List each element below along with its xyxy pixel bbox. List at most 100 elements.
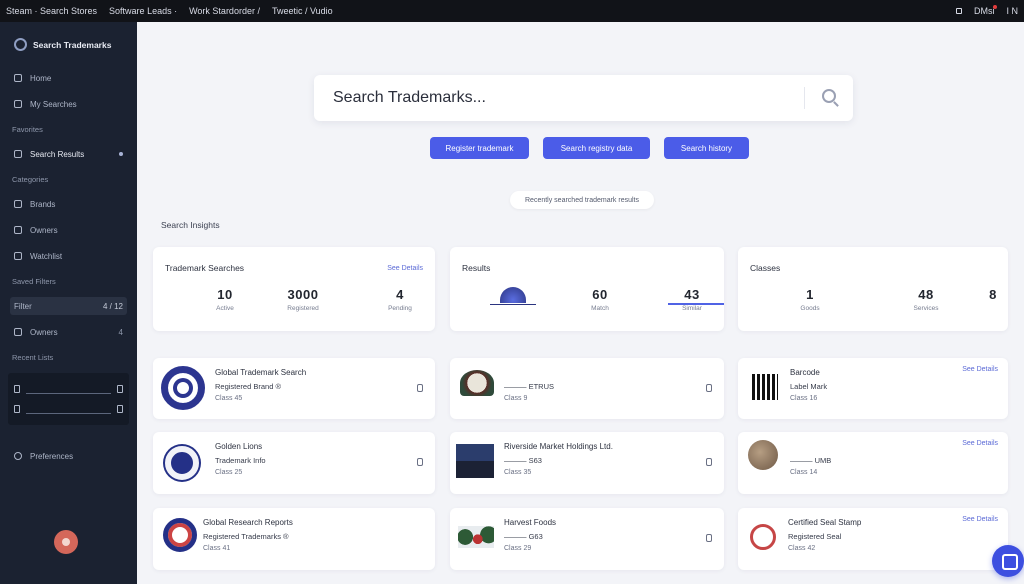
result-meta: Class 25: [215, 469, 243, 476]
sidebar-item-my-searches[interactable]: My Searches: [0, 91, 137, 117]
chat-button[interactable]: [992, 545, 1024, 577]
sidebar-item-owners-count[interactable]: Owners 4: [0, 319, 137, 345]
top-menu-item[interactable]: Software Leads ·: [109, 6, 177, 16]
stat-card: Results 60 Match 43 Similar: [450, 247, 724, 331]
stat-value: 1: [806, 287, 814, 302]
brand[interactable]: Search Trademarks: [0, 22, 137, 65]
stat-value: 3000: [287, 287, 319, 302]
search-bar[interactable]: Search Trademarks...: [314, 75, 853, 121]
result-meta: Class 42: [788, 545, 816, 552]
user-initials[interactable]: I N: [1006, 6, 1018, 16]
sidebar-section-saved-filters: Saved Filters: [12, 276, 56, 286]
see-details-link[interactable]: See Details: [387, 265, 423, 272]
list-line: [26, 404, 111, 414]
city-photo-image: [456, 444, 494, 478]
recent-lists-box: [8, 373, 129, 425]
bookmark-icon[interactable]: [706, 458, 712, 466]
sidebar-filter[interactable]: Filter 4 / 12: [10, 297, 127, 315]
sidebar-item-watchlist[interactable]: Watchlist: [0, 243, 137, 269]
progress-bar: [668, 303, 724, 305]
result-title: Golden Lions: [215, 442, 263, 451]
result-card[interactable]: Harvest Foods ——— G63 Class 29: [450, 508, 724, 570]
stat-value: 43: [684, 287, 700, 302]
result-card[interactable]: Golden Lions Trademark Info Class 25: [153, 432, 435, 494]
sidebar-item-label: Watchlist: [30, 251, 63, 261]
top-menu-item[interactable]: Tweetic / Vudio: [272, 6, 333, 16]
search-registry-button[interactable]: Search registry data: [543, 137, 650, 159]
sidebar-item-label: Search Results: [30, 149, 85, 159]
window-icon[interactable]: [955, 8, 962, 14]
sidebar-section-recent-lists: Recent Lists: [12, 352, 54, 362]
sidebar-item-preferences[interactable]: Preferences: [0, 443, 137, 469]
horizon-line: [490, 304, 536, 305]
recent-list-slot[interactable]: [14, 399, 123, 419]
sidebar-item-brands[interactable]: Brands: [0, 191, 137, 217]
result-card[interactable]: Barcode Label Mark Class 16 See Details: [738, 358, 1008, 419]
avatar[interactable]: [54, 530, 78, 554]
top-bar: Steam · Search Stores Software Leads · W…: [0, 0, 1024, 22]
result-subtitle: Registered Trademarks ®: [203, 532, 289, 541]
result-subtitle: ——— UMB: [790, 456, 832, 465]
result-card[interactable]: Global Research Reports Registered Trade…: [153, 508, 435, 570]
top-menu-item[interactable]: Work Stardorder /: [189, 6, 260, 16]
stat-value: 4: [396, 287, 404, 302]
bookmark-icon[interactable]: [417, 458, 423, 466]
home-icon: [14, 74, 22, 82]
filter-count: 4 / 12: [102, 301, 123, 311]
result-meta: Class 16: [790, 395, 818, 402]
bookmark-icon[interactable]: [417, 384, 423, 392]
result-card[interactable]: Riverside Market Holdings Ltd. ——— S63 C…: [450, 432, 724, 494]
stat-item: 10 Active: [195, 287, 255, 312]
result-card[interactable]: Certified Seal Stamp Registered Seal Cla…: [738, 508, 1008, 570]
stat-item: 60 Match: [570, 287, 630, 312]
sidebar-item-home[interactable]: Home: [0, 65, 137, 91]
sidebar-section-favorites: Favorites: [12, 124, 43, 134]
section-title: Search Insights: [161, 220, 220, 230]
stat-card-title: Results: [462, 263, 491, 273]
stat-label: Pending: [388, 305, 412, 312]
stat-label: Active: [216, 305, 234, 312]
result-card[interactable]: ——— ETRUS Class 9: [450, 358, 724, 419]
search-list-icon: [14, 100, 22, 108]
user-label[interactable]: DMsi: [974, 5, 997, 16]
folder-icon: [14, 328, 22, 336]
recent-list-slot[interactable]: [14, 379, 123, 399]
search-input[interactable]: Search Trademarks...: [333, 89, 486, 107]
horizon-icon: [490, 287, 536, 305]
top-menu-item[interactable]: Steam · Search Stores: [6, 6, 97, 16]
see-details-link[interactable]: See Details: [962, 366, 998, 373]
list-icon: [14, 385, 20, 393]
bookmark-icon[interactable]: [706, 534, 712, 542]
stat-item: 3000 Registered: [273, 287, 333, 312]
sidebar-item-label: Brands: [30, 199, 56, 209]
search-icon[interactable]: [822, 89, 836, 103]
result-subtitle: Registered Brand ®: [215, 382, 281, 391]
stat-item: 8: [963, 287, 1023, 305]
stat-label: Similar: [682, 305, 702, 312]
sidebar-item-search-results[interactable]: Search Results: [0, 141, 137, 167]
stat-value: 10: [217, 287, 233, 302]
sidebar-item-label: Owners: [30, 327, 58, 337]
result-subtitle: Trademark Info: [215, 456, 266, 465]
stat-label: Goods: [800, 305, 820, 312]
see-details-link[interactable]: See Details: [962, 516, 998, 523]
search-history-button[interactable]: Search history: [664, 137, 749, 159]
progress-fill: [668, 303, 724, 305]
result-subtitle: Registered Seal: [788, 532, 842, 541]
stat-item: 1 Goods: [780, 287, 840, 312]
see-details-link[interactable]: See Details: [962, 440, 998, 447]
bookmark-icon[interactable]: [706, 384, 712, 392]
result-title: Global Research Reports: [203, 518, 293, 527]
recent-results-pill[interactable]: Recently searched trademark results: [510, 191, 654, 209]
result-card[interactable]: ——— UMB Class 14 See Details: [738, 432, 1008, 494]
sidebar-item-owners[interactable]: Owners: [0, 217, 137, 243]
result-meta: Class 45: [215, 395, 243, 402]
register-trademark-button[interactable]: Register trademark: [430, 137, 529, 159]
stat-item: 43 Similar: [662, 287, 722, 312]
brand-name: Search Trademarks: [33, 39, 112, 50]
result-title: Riverside Market Holdings Ltd.: [504, 442, 613, 451]
trademark-logo-icon: [161, 366, 205, 410]
brand-logo-icon: [14, 38, 27, 51]
result-card[interactable]: Global Trademark Search Registered Brand…: [153, 358, 435, 419]
stat-label: Match: [591, 305, 609, 312]
